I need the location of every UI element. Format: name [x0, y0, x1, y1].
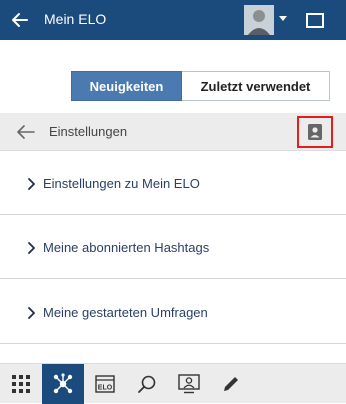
- network-button[interactable]: [42, 364, 84, 404]
- search-icon: [138, 375, 156, 393]
- chevron-right-icon: [28, 307, 35, 319]
- list-item-label: Meine abonnierten Hashtags: [43, 240, 210, 255]
- view-toggle: Neuigkeiten Zuletzt verwendet: [71, 71, 330, 101]
- user-avatar[interactable]: [244, 5, 274, 35]
- archive-button[interactable]: ELO: [84, 364, 126, 404]
- list-item[interactable]: Einstellungen zu Mein ELO: [0, 151, 346, 215]
- apps-grid-button[interactable]: [0, 364, 42, 404]
- person-screen-icon: [178, 374, 200, 394]
- list-item[interactable]: Meine abonnierten Hashtags: [0, 215, 346, 279]
- archive-badge-text: ELO: [98, 385, 113, 392]
- app-title: Mein ELO: [44, 11, 107, 27]
- settings-header: Einstellungen: [0, 113, 346, 151]
- tab-zuletzt-verwendet[interactable]: Zuletzt verwendet: [182, 71, 330, 101]
- edit-button[interactable]: [210, 364, 252, 404]
- chevron-right-icon: [28, 178, 35, 190]
- window-icon[interactable]: [306, 13, 324, 28]
- pen-icon: [224, 377, 238, 391]
- chevron-down-icon[interactable]: [279, 16, 287, 21]
- elo-archive-icon: ELO: [95, 375, 115, 393]
- top-app-bar: Mein ELO: [0, 0, 346, 40]
- tab-neuigkeiten[interactable]: Neuigkeiten: [71, 71, 182, 101]
- bottom-navigation: ELO: [0, 363, 346, 404]
- contact-card-icon: [308, 124, 322, 140]
- avatar-photo: [244, 5, 274, 35]
- arrow-left-icon[interactable]: [16, 123, 36, 141]
- chevron-right-icon: [28, 242, 35, 254]
- search-button[interactable]: [126, 364, 168, 404]
- contacts-button[interactable]: [168, 364, 210, 404]
- settings-title: Einstellungen: [49, 124, 128, 139]
- list-item-label: Meine gestarteten Umfragen: [43, 305, 208, 320]
- profile-button[interactable]: [297, 116, 333, 148]
- network-icon: [53, 373, 73, 394]
- list-item-label: Einstellungen zu Mein ELO: [43, 176, 200, 191]
- apps-grid-icon: [12, 375, 30, 393]
- list-item[interactable]: Meine gestarteten Umfragen: [0, 280, 346, 344]
- arrow-left-icon[interactable]: [10, 10, 30, 30]
